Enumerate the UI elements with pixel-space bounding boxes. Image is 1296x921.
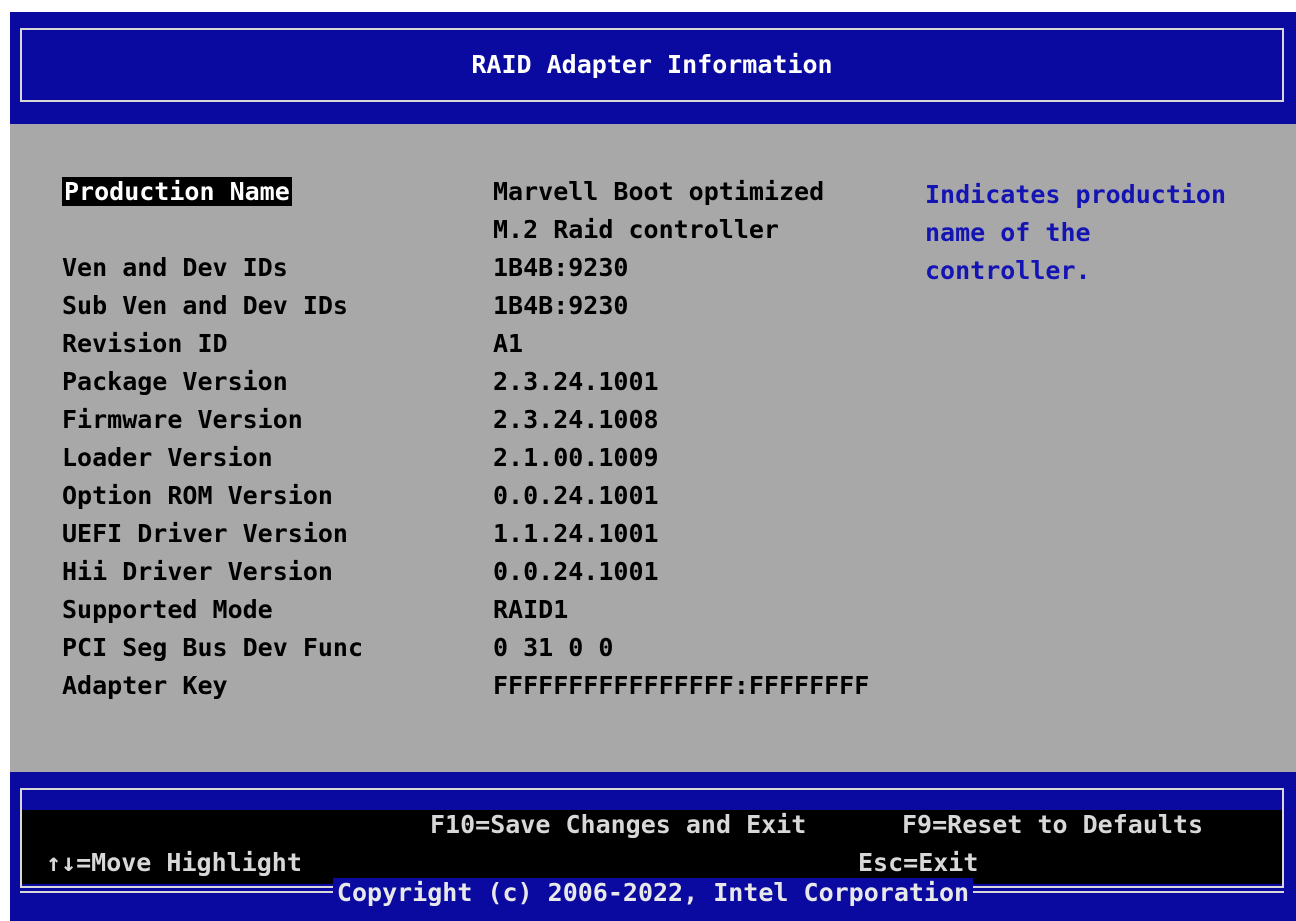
title-bar: RAID Adapter Information xyxy=(20,28,1284,102)
field-label-package-version[interactable]: Package Version xyxy=(62,367,288,397)
bios-screen: RAID Adapter Information Production Name… xyxy=(10,12,1296,921)
field-value-ven-dev-ids: 1B4B:9230 xyxy=(493,253,629,282)
field-label-supported-mode[interactable]: Supported Mode xyxy=(62,595,273,625)
field-label-hii-driver-version[interactable]: Hii Driver Version xyxy=(62,557,333,587)
footer-panel: F10=Save Changes and Exit F9=Reset to De… xyxy=(22,810,1282,884)
production-name-label[interactable]: Production Name xyxy=(62,177,292,206)
field-label-pci-seg-bus-dev-func[interactable]: PCI Seg Bus Dev Func xyxy=(62,633,363,663)
field-label-firmware-version[interactable]: Firmware Version xyxy=(62,405,303,435)
help-text: Indicates production name of the control… xyxy=(925,176,1265,290)
move-highlight-hint: ↑↓=Move Highlight xyxy=(46,848,302,877)
field-value-package-version: 2.3.24.1001 xyxy=(493,367,659,396)
field-label-revision-id[interactable]: Revision ID xyxy=(62,329,228,359)
field-label-option-rom-version[interactable]: Option ROM Version xyxy=(62,481,333,511)
main-panel: Production Name Marvell Boot optimized M… xyxy=(10,124,1296,772)
field-value-adapter-key: FFFFFFFFFFFFFFFF:FFFFFFFF xyxy=(493,671,870,700)
field-label-production-name[interactable]: Production Name xyxy=(62,177,292,207)
copyright-notice: Copyright (c) 2006-2022, Intel Corporati… xyxy=(10,878,1296,908)
field-value-hii-driver-version: 0.0.24.1001 xyxy=(493,557,659,586)
field-value-uefi-driver-version: 1.1.24.1001 xyxy=(493,519,659,548)
field-value-production-name: Marvell Boot optimized xyxy=(493,177,825,206)
reset-defaults-hint: F9=Reset to Defaults xyxy=(902,810,1204,839)
save-exit-hint: F10=Save Changes and Exit xyxy=(430,810,807,839)
field-value-option-rom-version: 0.0.24.1001 xyxy=(493,481,659,510)
field-label-sub-ven-dev-ids[interactable]: Sub Ven and Dev IDs xyxy=(62,291,348,321)
field-label-uefi-driver-version[interactable]: UEFI Driver Version xyxy=(62,519,348,549)
copyright-text: Copyright (c) 2006-2022, Intel Corporati… xyxy=(332,878,974,907)
field-value-sub-ven-dev-ids: 1B4B:9230 xyxy=(493,291,629,320)
field-label-adapter-key[interactable]: Adapter Key xyxy=(62,671,228,701)
field-label-loader-version[interactable]: Loader Version xyxy=(62,443,273,473)
field-value-loader-version: 2.1.00.1009 xyxy=(493,443,659,472)
page-title: RAID Adapter Information xyxy=(471,50,833,79)
help-line: controller. xyxy=(925,256,1091,285)
field-label-ven-dev-ids[interactable]: Ven and Dev IDs xyxy=(62,253,288,283)
field-value-production-name-line2: M.2 Raid controller xyxy=(493,215,779,244)
field-value-revision-id: A1 xyxy=(493,329,524,358)
help-line: name of the xyxy=(925,218,1091,247)
help-line: Indicates production xyxy=(925,180,1227,209)
field-value-firmware-version: 2.3.24.1008 xyxy=(493,405,659,434)
field-value-supported-mode: RAID1 xyxy=(493,595,569,624)
field-value-pci-seg-bus-dev-func: 0 31 0 0 xyxy=(493,633,614,662)
esc-exit-hint: Esc=Exit xyxy=(858,848,979,877)
